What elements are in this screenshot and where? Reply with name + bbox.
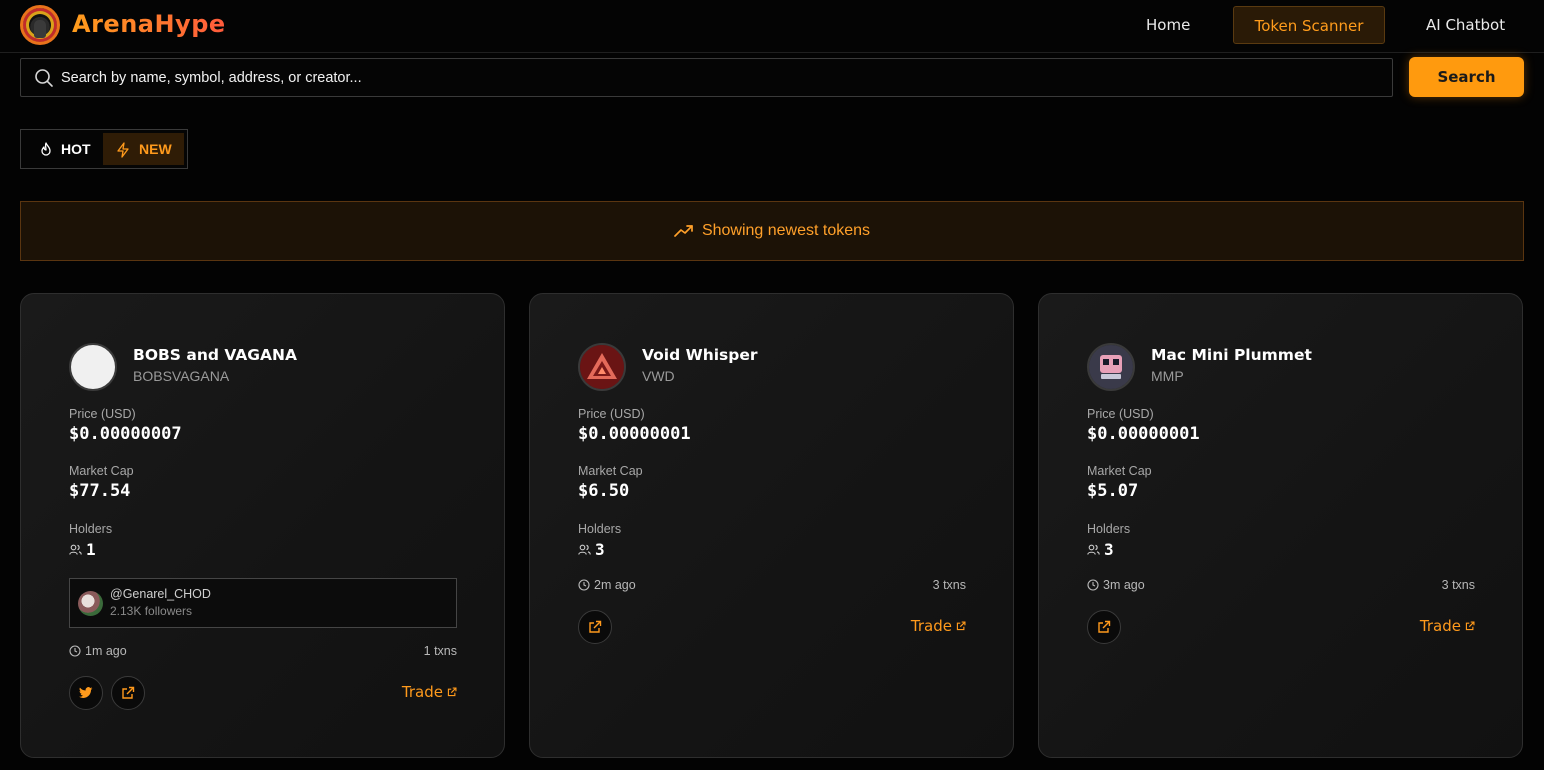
token-symbol: BOBSVAGANA bbox=[133, 368, 230, 384]
token-card[interactable]: BOBS and VAGANA BOBSVAGANA Price (USD) $… bbox=[20, 293, 505, 758]
twitter-button[interactable] bbox=[69, 676, 103, 710]
top-header: ArenaHype Home Token Scanner AI Chatbot bbox=[0, 0, 1544, 53]
price-label: Price (USD) bbox=[1087, 407, 1154, 421]
meta-row: 1m ago 1 txns bbox=[69, 644, 457, 660]
market-cap-label: Market Cap bbox=[1087, 464, 1152, 478]
search-button[interactable]: Search bbox=[1409, 57, 1524, 97]
twitter-icon bbox=[79, 687, 93, 698]
market-cap-value: $6.50 bbox=[578, 481, 630, 501]
txns-count: 3 txns bbox=[932, 578, 966, 592]
banner-text: Showing newest tokens bbox=[701, 222, 871, 239]
meta-row: 2m ago 3 txns bbox=[578, 578, 966, 594]
external-link-icon bbox=[447, 687, 457, 697]
token-card[interactable]: Void Whisper VWD Price (USD) $0.00000001… bbox=[529, 293, 1014, 758]
tab-hot[interactable]: HOT bbox=[25, 133, 103, 165]
filter-tabs: HOT NEW bbox=[20, 129, 188, 169]
holders-value: 3 bbox=[595, 539, 605, 559]
external-link-icon bbox=[1465, 621, 1475, 631]
token-symbol: MMP bbox=[1151, 368, 1184, 384]
external-link-button[interactable] bbox=[111, 676, 145, 710]
price-label: Price (USD) bbox=[69, 407, 136, 421]
search-icon bbox=[35, 69, 53, 87]
info-banner: Showing newest tokens bbox=[20, 201, 1524, 261]
holders-value: 3 bbox=[1104, 539, 1114, 559]
token-avatar bbox=[69, 343, 117, 391]
clock-icon bbox=[578, 579, 590, 591]
token-card[interactable]: Mac Mini Plummet MMP Price (USD) $0.0000… bbox=[1038, 293, 1523, 758]
holders-value: 1 bbox=[86, 539, 96, 559]
lightning-icon bbox=[117, 142, 129, 158]
txns-count: 3 txns bbox=[1441, 578, 1475, 592]
trade-link[interactable]: Trade bbox=[1420, 617, 1475, 635]
market-cap-label: Market Cap bbox=[69, 464, 134, 478]
time-ago: 2m ago bbox=[594, 578, 636, 592]
external-link-icon bbox=[122, 686, 135, 699]
market-cap-value: $77.54 bbox=[69, 481, 131, 501]
creator-avatar bbox=[78, 591, 103, 616]
external-link-icon bbox=[589, 620, 602, 633]
users-icon bbox=[69, 544, 82, 555]
brand-logo[interactable] bbox=[20, 5, 60, 45]
tab-new-label: NEW bbox=[139, 141, 172, 157]
flame-icon bbox=[41, 142, 51, 156]
creator-handle: @Genarel_CHOD bbox=[110, 587, 211, 601]
meta-row: 3m ago 3 txns bbox=[1087, 578, 1475, 594]
clock-icon bbox=[1087, 579, 1099, 591]
trade-link[interactable]: Trade bbox=[911, 617, 966, 635]
token-avatar bbox=[1087, 343, 1135, 391]
token-symbol: VWD bbox=[642, 368, 675, 384]
holders-label: Holders bbox=[578, 522, 622, 536]
price-value: $0.00000007 bbox=[69, 424, 182, 444]
creator-box[interactable]: @Genarel_CHOD 2.13K followers bbox=[69, 578, 457, 628]
token-name: BOBS and VAGANA bbox=[133, 346, 297, 364]
trade-label: Trade bbox=[401, 683, 443, 701]
search-input[interactable] bbox=[61, 59, 1381, 96]
trade-label: Trade bbox=[1419, 617, 1461, 635]
clock-icon bbox=[69, 645, 81, 657]
external-link-icon bbox=[1098, 620, 1111, 633]
users-icon bbox=[578, 544, 591, 555]
token-avatar bbox=[578, 343, 626, 391]
market-cap-value: $5.07 bbox=[1087, 481, 1139, 501]
time-ago: 1m ago bbox=[85, 644, 127, 658]
tab-new[interactable]: NEW bbox=[103, 133, 184, 165]
external-link-button[interactable] bbox=[1087, 610, 1121, 644]
search-box bbox=[20, 58, 1393, 97]
trending-up-icon bbox=[674, 225, 693, 237]
nav-ai-chatbot[interactable]: AI Chatbot bbox=[1426, 6, 1505, 44]
tab-hot-label: HOT bbox=[61, 141, 91, 157]
holders-label: Holders bbox=[1087, 522, 1131, 536]
nav-token-scanner[interactable]: Token Scanner bbox=[1233, 6, 1385, 44]
token-name: Void Whisper bbox=[642, 346, 758, 364]
users-icon bbox=[1087, 544, 1100, 555]
time-ago: 3m ago bbox=[1103, 578, 1145, 592]
trade-link[interactable]: Trade bbox=[402, 683, 457, 701]
price-value: $0.00000001 bbox=[578, 424, 691, 444]
holders-label: Holders bbox=[69, 522, 113, 536]
price-label: Price (USD) bbox=[578, 407, 645, 421]
external-link-icon bbox=[956, 621, 966, 631]
trade-label: Trade bbox=[910, 617, 952, 635]
nav-home[interactable]: Home bbox=[1146, 6, 1190, 44]
market-cap-label: Market Cap bbox=[578, 464, 643, 478]
price-value: $0.00000001 bbox=[1087, 424, 1200, 444]
token-name: Mac Mini Plummet bbox=[1151, 346, 1312, 364]
brand-name[interactable]: ArenaHype bbox=[72, 10, 226, 38]
external-link-button[interactable] bbox=[578, 610, 612, 644]
creator-followers: 2.13K followers bbox=[110, 604, 193, 618]
txns-count: 1 txns bbox=[423, 644, 457, 658]
